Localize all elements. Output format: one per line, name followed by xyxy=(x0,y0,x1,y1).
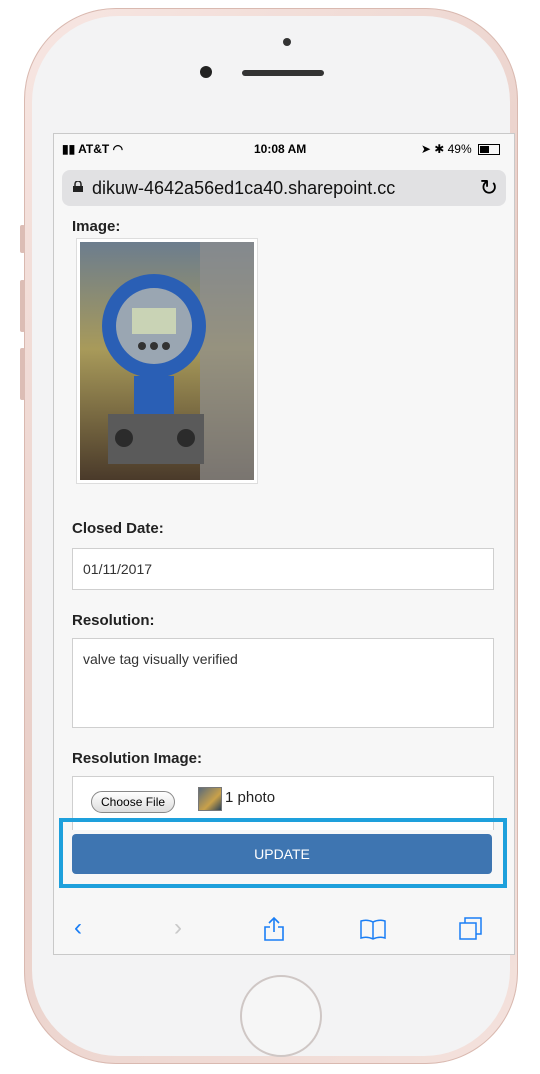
file-count: 1 photo xyxy=(225,789,276,806)
proximity-sensor xyxy=(200,66,212,78)
bookmarks-icon[interactable] xyxy=(359,918,387,940)
closed-date-label: Closed Date: xyxy=(72,520,164,537)
form-content: Image: Closed Date: 01/11/2017 Resolutio… xyxy=(54,214,514,830)
resolution-label: Resolution: xyxy=(72,612,155,629)
resolution-textarea[interactable]: valve tag visually verified xyxy=(72,638,494,728)
safari-toolbar: ‹ › xyxy=(54,904,514,954)
status-right: ➤ ✱ 49% xyxy=(421,142,500,156)
status-time: 10:08 AM xyxy=(254,142,307,156)
share-icon[interactable] xyxy=(263,916,285,942)
back-icon[interactable]: ‹ xyxy=(74,914,82,942)
battery-percent: 49% xyxy=(447,142,472,156)
reload-icon[interactable]: ↻ xyxy=(480,175,498,201)
resolution-value: valve tag visually verified xyxy=(83,651,238,667)
earpiece-speaker xyxy=(242,70,324,76)
url-text: dikuw-4642a56ed1ca40.sharepoint.cc xyxy=(92,178,396,198)
wifi-icon: ◠ xyxy=(112,142,124,156)
tabs-icon[interactable] xyxy=(458,916,484,942)
closed-date-field[interactable]: 01/11/2017 xyxy=(72,548,494,590)
volume-down-button xyxy=(20,348,25,400)
closed-date-value: 01/11/2017 xyxy=(83,561,153,577)
front-camera xyxy=(283,38,291,46)
resolution-image-label: Resolution Image: xyxy=(72,750,203,767)
lock-icon xyxy=(73,181,83,192)
battery-icon xyxy=(478,144,500,156)
update-button[interactable]: UPDATE xyxy=(72,834,492,874)
photo-thumbnail-icon xyxy=(198,787,222,811)
choose-file-button[interactable]: Choose File xyxy=(91,791,176,813)
signal-icon: ▮▮ xyxy=(62,142,76,156)
status-bar: ▮▮ AT&T ◠ 10:08 AM ➤ ✱ 49% xyxy=(54,134,514,162)
location-icon: ➤ xyxy=(420,142,431,156)
transmitter-image xyxy=(76,238,258,484)
address-bar[interactable]: dikuw-4642a56ed1ca40.sharepoint.cc ↻ xyxy=(62,170,506,206)
carrier-label: ▮▮ AT&T ◠ xyxy=(62,142,124,156)
home-button[interactable] xyxy=(240,975,322,1057)
forward-icon[interactable]: › xyxy=(174,914,182,942)
volume-up-button xyxy=(20,280,25,332)
bluetooth-icon: ✱ xyxy=(434,142,445,156)
image-label: Image: xyxy=(72,218,121,235)
mute-switch xyxy=(20,225,25,253)
